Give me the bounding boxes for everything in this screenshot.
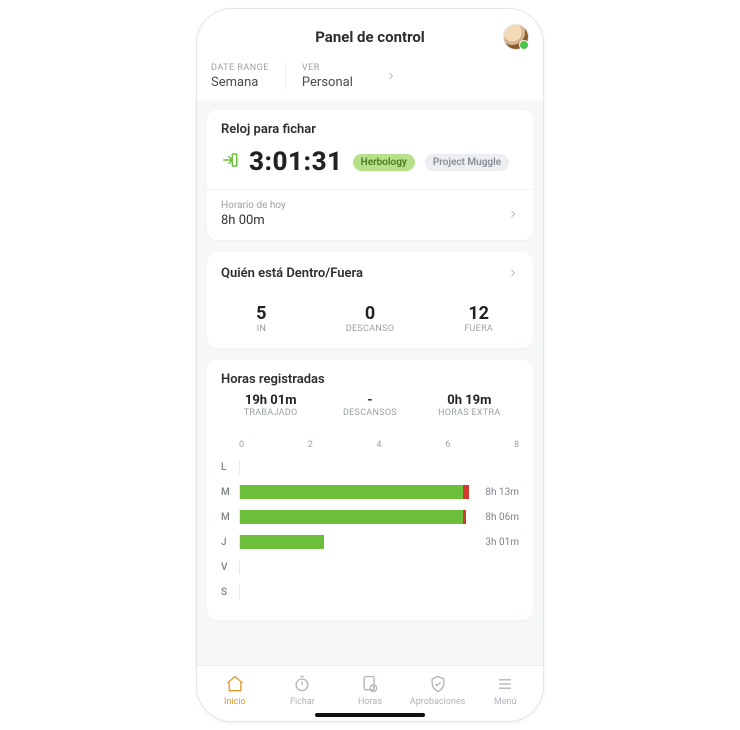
- timesheet-icon: [360, 674, 380, 694]
- chart-row: S: [221, 581, 519, 603]
- chevron-right-icon: [507, 205, 519, 224]
- bar-zone: [239, 535, 463, 549]
- shield-check-icon: [428, 674, 448, 694]
- bar-zone: [239, 560, 463, 574]
- tab-home[interactable]: Inicio: [201, 674, 269, 707]
- tab-bar: Inicio Fichar Horas Aprobaciones Menú: [197, 665, 543, 721]
- page-title: Panel de control: [315, 28, 425, 46]
- bar-value-label: 8h 13m: [471, 487, 519, 498]
- bar-worked: [240, 510, 463, 524]
- presence-out: 12 FUERA: [424, 303, 533, 334]
- chart-row: V: [221, 556, 519, 578]
- today-schedule-row[interactable]: Horario de hoy 8h 00m: [207, 189, 533, 240]
- chevron-right-icon: [507, 264, 519, 283]
- avatar[interactable]: [503, 24, 529, 50]
- day-label: M: [221, 487, 235, 498]
- view-filter[interactable]: VER Personal: [302, 63, 369, 90]
- chart-row: L: [221, 456, 519, 478]
- presence-break: 0 DESCANSO: [316, 303, 425, 334]
- home-icon: [225, 674, 245, 694]
- chevron-right-icon: [385, 67, 397, 86]
- chart-row: J 3h 01m: [221, 531, 519, 553]
- schedule-value: 8h 00m: [221, 213, 286, 228]
- presence-in: 5 IN: [207, 303, 316, 334]
- timeclock-title: Reloj para fichar: [221, 122, 519, 137]
- tab-clock[interactable]: Fichar: [269, 674, 337, 707]
- presence-header[interactable]: Quién está Dentro/Fuera: [207, 252, 533, 295]
- hours-summary: 19h 01m TRABAJADO - DESCANSOS 0h 19m HOR…: [221, 387, 519, 428]
- day-label: S: [221, 587, 235, 598]
- date-range-label: DATE RANGE: [211, 63, 269, 73]
- bar-zone: [239, 510, 463, 524]
- header-filters: DATE RANGE Semana VER Personal: [211, 63, 529, 90]
- scroll-area[interactable]: Reloj para fichar 3:01:31 Herbology Proj…: [197, 100, 543, 665]
- hours-overtime: 0h 19m HORAS EXTRA: [420, 393, 519, 418]
- date-range-filter[interactable]: DATE RANGE Semana: [211, 63, 286, 90]
- day-label: V: [221, 562, 235, 573]
- view-label: VER: [302, 63, 353, 73]
- tab-hours[interactable]: Horas: [336, 674, 404, 707]
- chart-body: L M 8h 13m M 8h 06m J 3h 01m V S: [221, 456, 519, 603]
- header: Panel de control DATE RANGE Semana VER P…: [197, 9, 543, 100]
- view-value: Personal: [302, 75, 353, 90]
- bar-overtime: [463, 485, 469, 499]
- device-frame: Panel de control DATE RANGE Semana VER P…: [196, 8, 544, 722]
- chart-x-axis: 02468: [239, 440, 519, 450]
- chart-row: M 8h 06m: [221, 506, 519, 528]
- chart-row: M 8h 13m: [221, 481, 519, 503]
- tag-secondary[interactable]: Project Muggle: [425, 154, 509, 171]
- bar-zone: [239, 460, 463, 474]
- elapsed-time: 3:01:31: [249, 147, 343, 177]
- presence-card: Quién está Dentro/Fuera 5 IN 0 DESCANSO …: [207, 252, 533, 348]
- tab-approvals[interactable]: Aprobaciones: [404, 674, 472, 707]
- day-label: L: [221, 462, 235, 473]
- presence-stats: 5 IN 0 DESCANSO 12 FUERA: [207, 295, 533, 348]
- hours-card: Horas registradas 19h 01m TRABAJADO - DE…: [207, 360, 533, 620]
- bar-zone: [239, 485, 463, 499]
- hours-worked: 19h 01m TRABAJADO: [221, 393, 320, 418]
- home-indicator: [315, 713, 425, 717]
- bar-overtime: [463, 510, 466, 524]
- bar-worked: [240, 485, 463, 499]
- clock-in-icon[interactable]: [221, 151, 239, 173]
- bar-value-label: 3h 01m: [471, 537, 519, 548]
- bar-worked: [240, 535, 324, 549]
- hours-breaks: - DESCANSOS: [320, 393, 419, 418]
- hours-title: Horas registradas: [221, 372, 519, 387]
- tag-primary[interactable]: Herbology: [353, 154, 415, 171]
- timeclock-card: Reloj para fichar 3:01:31 Herbology Proj…: [207, 110, 533, 240]
- day-label: M: [221, 512, 235, 523]
- bar-zone: [239, 585, 463, 599]
- day-label: J: [221, 537, 235, 548]
- presence-title: Quién está Dentro/Fuera: [221, 266, 363, 281]
- schedule-label: Horario de hoy: [221, 200, 286, 211]
- tab-menu[interactable]: Menú: [471, 674, 539, 707]
- menu-icon: [495, 674, 515, 694]
- hours-chart: 02468 L M 8h 13m M 8h 06m J 3h 01m V S: [207, 440, 533, 620]
- bar-value-label: 8h 06m: [471, 512, 519, 523]
- date-range-value: Semana: [211, 75, 269, 90]
- stopwatch-icon: [292, 674, 312, 694]
